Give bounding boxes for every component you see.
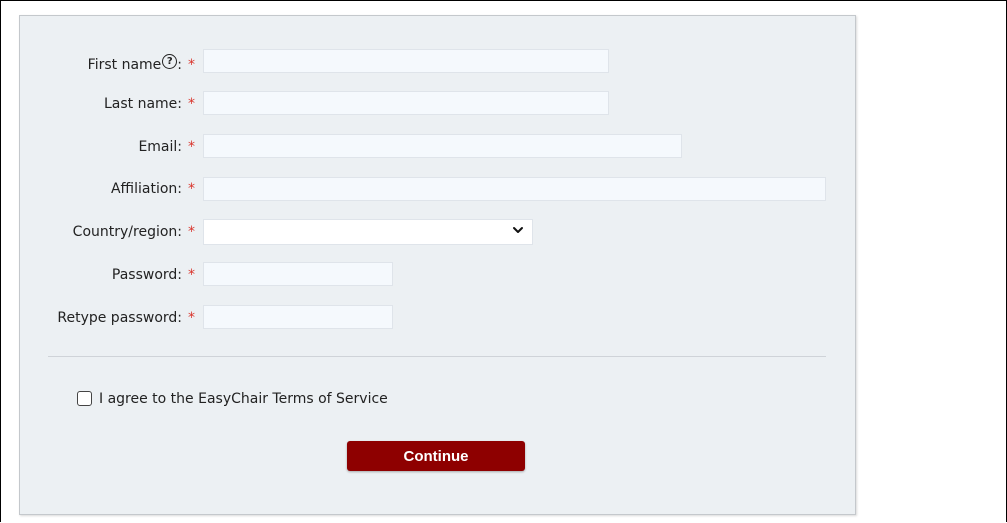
email-label: Email: * xyxy=(138,134,195,160)
country-region-label: Country/region: * xyxy=(73,219,195,245)
affiliation-label: Affiliation: * xyxy=(111,176,195,202)
terms-label[interactable]: I agree to the EasyChair Terms of Servic… xyxy=(99,388,388,410)
email-label-text: Email: xyxy=(138,139,182,155)
chevron-down-icon xyxy=(513,227,523,233)
required-asterisk: * xyxy=(188,310,195,326)
continue-button[interactable]: Continue xyxy=(347,441,525,471)
required-asterisk: * xyxy=(188,267,195,283)
affiliation-input[interactable] xyxy=(203,177,826,201)
terms-checkbox[interactable] xyxy=(77,391,92,406)
password-label: Password: * xyxy=(112,262,195,288)
first-name-label-text: First name xyxy=(87,57,162,73)
registration-form: First name?: * Last name: * Email: * Affili… xyxy=(19,15,856,515)
retype-password-label-text: Retype password: xyxy=(57,310,182,326)
retype-password-label: Retype password: * xyxy=(57,305,195,331)
required-asterisk: * xyxy=(188,57,195,73)
question-circle-icon[interactable]: ? xyxy=(162,54,178,69)
retype-password-input[interactable] xyxy=(203,305,393,329)
affiliation-label-text: Affiliation: xyxy=(110,181,182,197)
email-input[interactable] xyxy=(203,134,682,158)
password-input[interactable] xyxy=(203,262,393,286)
first-name-input[interactable] xyxy=(203,49,609,73)
last-name-label-text: Last name: xyxy=(103,96,182,112)
country-region-select[interactable] xyxy=(203,219,533,245)
required-asterisk: * xyxy=(188,139,195,155)
form-divider xyxy=(48,356,826,357)
required-asterisk: * xyxy=(188,96,195,112)
first-name-label: First name?: * xyxy=(88,52,195,78)
last-name-input[interactable] xyxy=(203,91,609,115)
required-asterisk: * xyxy=(188,181,195,197)
password-label-text: Password: xyxy=(111,267,182,283)
country-region-label-text: Country/region: xyxy=(72,224,182,240)
first-name-label-colon: : xyxy=(177,57,182,73)
required-asterisk: * xyxy=(188,224,195,240)
last-name-label: Last name: * xyxy=(104,91,195,117)
